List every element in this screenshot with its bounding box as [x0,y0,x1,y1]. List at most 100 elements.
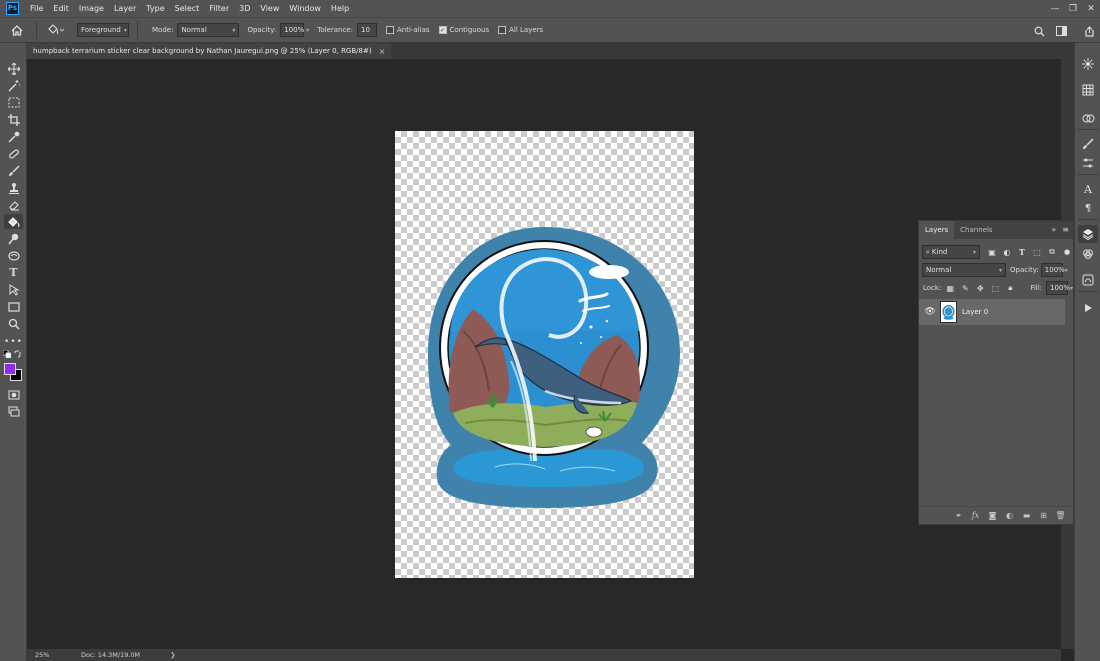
tolerance-field[interactable]: 10 [356,23,377,37]
contiguous-checkbox[interactable]: ✓ [438,26,447,34]
home-icon[interactable] [6,19,28,41]
zoom-level[interactable]: 25% [27,651,55,659]
magic-wand-tool-icon[interactable] [4,78,23,93]
default-colors-icon[interactable] [2,349,12,359]
paint-bucket-preset-icon[interactable] [43,19,69,41]
zoom-tool-icon[interactable] [4,316,23,331]
all-layers-checkbox[interactable] [498,26,507,34]
filter-pixel-icon[interactable]: ▣ [986,246,998,258]
path-selection-tool-icon[interactable] [4,282,23,297]
eraser-tool-icon[interactable] [4,197,23,212]
menu-select[interactable]: Select [170,4,205,13]
menu-layer[interactable]: Layer [109,4,141,13]
learn-icon[interactable] [1078,55,1098,73]
layers-icon[interactable] [1078,225,1098,243]
crop-tool-icon[interactable] [4,112,23,127]
filter-smart-object-icon[interactable]: ⧉ [1046,246,1058,258]
adjustments-icon[interactable] [1078,109,1098,127]
add-mask-icon[interactable]: ◙ [984,511,1001,520]
filter-kind-dropdown[interactable]: ⌕ Kind ▾ [922,245,980,259]
tolerance-label: Tolerance: [317,26,353,34]
swap-colors-icon[interactable] [13,349,23,359]
close-tab-icon[interactable]: × [379,47,386,56]
quick-mask-icon[interactable] [4,387,23,402]
menu-view[interactable]: View [255,4,284,13]
lock-position-icon[interactable]: ✥ [974,282,986,294]
layer-opacity-field[interactable]: 100% [1040,263,1065,277]
clone-stamp-tool-icon[interactable] [4,180,23,195]
menu-edit[interactable]: Edit [48,4,74,13]
layer-style-fx-icon[interactable]: fx [967,511,984,520]
brush-settings-icon[interactable] [1078,154,1098,172]
workspace-icon[interactable] [1050,20,1072,42]
lock-all-icon[interactable]: 🔒︎ [1004,282,1016,294]
marquee-tool-icon[interactable] [4,95,23,110]
panel-menu-icon[interactable]: ≡ [1062,225,1069,234]
document-tab[interactable]: humpback terrarium sticker clear backgro… [27,43,392,59]
search-icon[interactable] [1028,20,1050,42]
paint-bucket-tool-icon[interactable] [4,214,23,229]
type-tool-icon[interactable]: T [4,265,23,280]
options-separator [137,21,138,39]
share-icon[interactable] [1078,20,1100,42]
paths-icon[interactable] [1078,271,1098,289]
new-layer-icon[interactable]: ⊞ [1035,511,1052,520]
menu-type[interactable]: Type [141,4,169,13]
opacity-field[interactable]: 100% [280,23,304,37]
menu-filter[interactable]: Filter [204,4,234,13]
dodge-tool-icon[interactable] [4,231,23,246]
document-canvas[interactable] [395,131,694,578]
brush-tool-icon[interactable] [4,163,23,178]
menu-file[interactable]: File [25,4,48,13]
menu-window[interactable]: Window [284,4,326,13]
screen-mode-icon[interactable] [4,404,23,419]
filter-shape-icon[interactable]: ⬚ [1031,246,1043,258]
lock-artboard-icon[interactable]: ⬚ [989,282,1001,294]
move-tool-icon[interactable] [4,61,23,76]
chevron-down-icon[interactable]: ▾ [306,27,309,34]
rectangle-tool-icon[interactable] [4,299,23,314]
visibility-eye-icon[interactable]: 👁︎ [922,307,938,317]
brushes-icon[interactable] [1078,135,1098,153]
filter-type-icon[interactable]: T [1016,246,1028,258]
menu-3d[interactable]: 3D [234,4,255,13]
close-window-button[interactable]: ✕ [1082,0,1100,17]
healing-brush-tool-icon[interactable] [4,146,23,161]
layer-row[interactable]: 👁︎ Layer 0 [919,299,1065,325]
menu-image[interactable]: Image [74,4,109,13]
chevron-down-icon[interactable]: ▾ [1070,285,1073,292]
filter-adjustment-icon[interactable]: ◐ [1001,246,1013,258]
fill-source-dropdown[interactable]: Foreground ▾ [77,23,129,37]
new-group-folder-icon[interactable]: ▬ [1018,511,1035,520]
filter-toggle-icon[interactable]: ● [1061,246,1073,258]
anti-alias-checkbox[interactable] [385,26,394,34]
foreground-color-swatch[interactable] [4,363,16,375]
paragraph-icon[interactable]: ¶ [1078,199,1098,217]
menu-help[interactable]: Help [326,4,354,13]
blend-mode-dropdown[interactable]: Normal ▾ [922,263,1006,277]
more-tools-icon[interactable]: ••• [4,334,23,349]
libraries-icon[interactable] [1078,81,1098,99]
layer-name[interactable]: Layer 0 [962,308,988,316]
tab-channels[interactable]: Channels [954,221,998,239]
restore-button[interactable]: ❐ [1064,0,1082,17]
lock-image-icon[interactable]: ✎ [959,282,971,294]
eyedropper-tool-icon[interactable] [4,129,23,144]
tab-layers[interactable]: Layers [919,221,955,239]
lock-transparent-icon[interactable]: ▦ [944,282,956,294]
collapse-panel-icon[interactable]: » [1051,225,1056,234]
layer-filter-row: ⌕ Kind ▾ ▣ ◐ T ⬚ ⧉ ● [919,244,1075,260]
pen-tool-icon[interactable] [4,248,23,263]
delete-layer-trash-icon[interactable]: 🗑︎ [1052,511,1069,520]
fill-field[interactable]: 100% [1046,281,1070,295]
channels-icon[interactable] [1078,245,1098,263]
play-actions-icon[interactable] [1078,299,1098,317]
mode-dropdown[interactable]: Normal ▾ [177,23,240,37]
canvas-area[interactable] [27,59,1061,649]
link-layers-icon[interactable]: ⚭ [950,511,967,520]
minimize-button[interactable]: — [1046,0,1064,17]
chevron-down-icon[interactable]: ▾ [1065,267,1068,274]
character-icon[interactable]: A [1078,180,1098,198]
new-adjustment-layer-icon[interactable]: ◐ [1001,511,1018,520]
status-menu-icon[interactable]: ❯ [170,651,175,659]
